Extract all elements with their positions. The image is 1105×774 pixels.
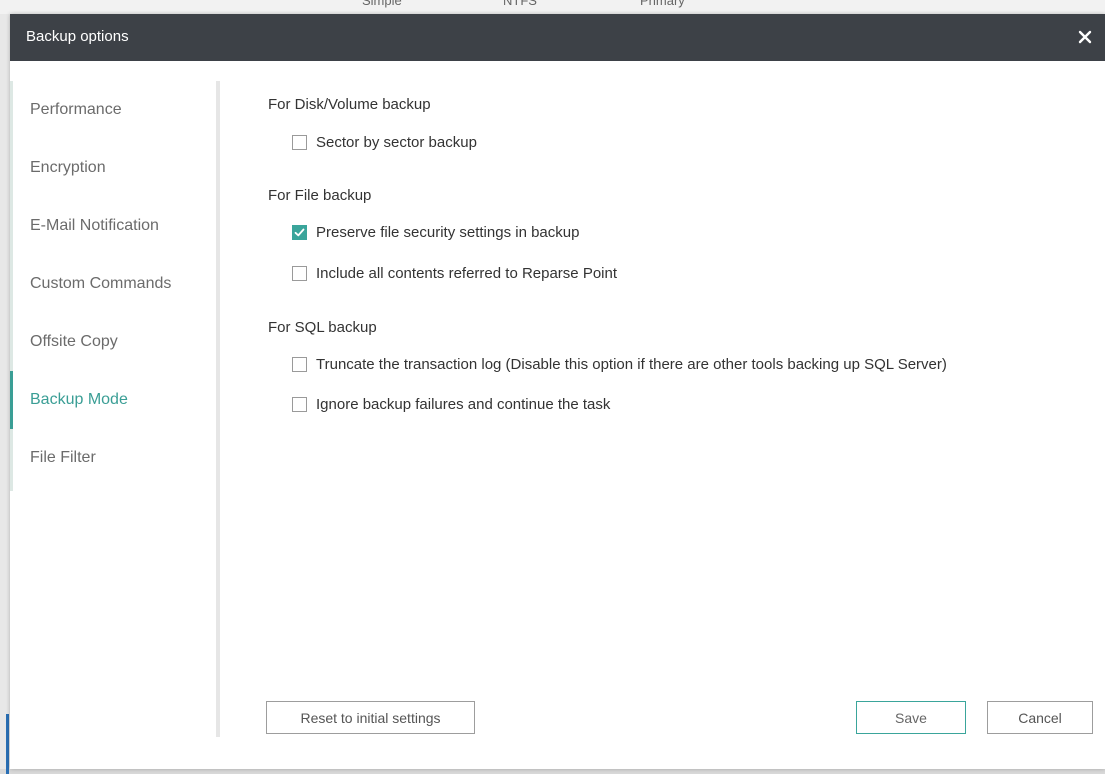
checkbox[interactable] (292, 266, 307, 281)
sidebar-item-label: File Filter (30, 449, 96, 466)
section-title-sql: For SQL backup (268, 319, 377, 336)
option-label: Preserve file security settings in backu… (316, 224, 580, 241)
background-text-1: Simple (362, 0, 402, 8)
sidebar-item-label: Backup Mode (30, 391, 128, 408)
checkbox[interactable] (292, 135, 307, 150)
sidebar-item-label: Offsite Copy (30, 333, 118, 350)
sidebar-item-label: Encryption (30, 159, 106, 176)
checkbox[interactable] (292, 357, 307, 372)
section-title-file: For File backup (268, 187, 372, 204)
option-preserve-security[interactable]: Preserve file security settings in backu… (292, 224, 579, 241)
sidebar-item-label: Performance (30, 101, 122, 118)
close-icon (1078, 30, 1092, 44)
background-text-2: NTFS (503, 0, 537, 8)
sidebar-item-label: Custom Commands (30, 275, 172, 292)
save-button[interactable]: Save (856, 701, 966, 734)
sidebar-item-email-notification[interactable]: E-Mail Notification (13, 197, 213, 255)
options-sidebar: Performance Encryption E-Mail Notificati… (10, 81, 213, 491)
sidebar-item-custom-commands[interactable]: Custom Commands (13, 255, 213, 313)
sidebar-item-backup-mode[interactable]: Backup Mode (10, 371, 213, 429)
option-label: Sector by sector backup (316, 134, 477, 151)
sidebar-item-encryption[interactable]: Encryption (13, 139, 213, 197)
checkbox[interactable] (292, 397, 307, 412)
dialog-title: Backup options (26, 28, 129, 45)
background-accent-bar (6, 714, 9, 774)
reset-settings-button[interactable]: Reset to initial settings (266, 701, 475, 734)
option-truncate-log[interactable]: Truncate the transaction log (Disable th… (292, 356, 947, 373)
cancel-button[interactable]: Cancel (987, 701, 1093, 734)
checkbox[interactable] (292, 225, 307, 240)
sidebar-item-offsite-copy[interactable]: Offsite Copy (13, 313, 213, 371)
backup-options-dialog: Backup options Performance Encryption E-… (10, 14, 1105, 769)
option-label: Ignore backup failures and continue the … (316, 396, 611, 413)
sidebar-item-label: E-Mail Notification (30, 217, 159, 234)
sidebar-item-performance[interactable]: Performance (13, 81, 213, 139)
option-label: Truncate the transaction log (Disable th… (316, 356, 947, 373)
option-reparse-point[interactable]: Include all contents referred to Reparse… (292, 265, 617, 282)
section-title-disk-volume: For Disk/Volume backup (268, 96, 431, 113)
background-text-3: Primary (640, 0, 685, 8)
option-sector-by-sector[interactable]: Sector by sector backup (292, 134, 477, 151)
background-left-edge (0, 14, 10, 774)
option-ignore-failures[interactable]: Ignore backup failures and continue the … (292, 396, 610, 413)
close-button[interactable] (1071, 23, 1099, 51)
option-label: Include all contents referred to Reparse… (316, 265, 618, 282)
sidebar-divider (216, 81, 220, 737)
dialog-titlebar: Backup options (10, 14, 1105, 61)
sidebar-item-file-filter[interactable]: File Filter (13, 429, 213, 487)
checkmark-icon (294, 228, 305, 237)
background-window-strip: Simple NTFS Primary (0, 0, 1105, 14)
